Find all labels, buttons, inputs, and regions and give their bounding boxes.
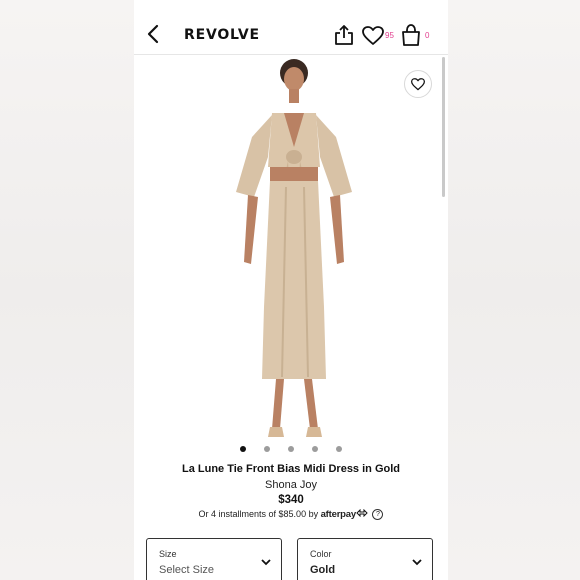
add-to-wishlist-button[interactable] [404, 70, 432, 98]
gallery-dot[interactable] [312, 446, 318, 452]
brand-logo[interactable]: REVOLVE [184, 27, 260, 43]
afterpay-arrows-icon [356, 508, 368, 518]
color-label: Color [310, 549, 332, 559]
back-arrow-icon[interactable] [146, 24, 162, 44]
product-price: $340 [278, 494, 304, 506]
chevron-down-icon [261, 559, 271, 566]
share-icon[interactable] [334, 24, 354, 46]
wishlist-count-badge: 95 [385, 31, 394, 40]
gallery-dot[interactable] [336, 446, 342, 452]
installments-info: Or 4 installments of $85.00 by afterpay … [134, 508, 448, 521]
color-value: Gold [310, 564, 336, 576]
question-icon[interactable]: ? [372, 509, 384, 521]
top-nav-bar: REVOLVE 95 0 [134, 0, 448, 55]
bag-icon[interactable] [401, 24, 421, 46]
color-select[interactable]: Color Gold [297, 538, 433, 580]
afterpay-logo: afterpay [320, 509, 357, 520]
bag-count-badge: 0 [425, 31, 430, 40]
heart-icon[interactable] [362, 26, 384, 46]
size-select[interactable]: Size Select Size [146, 538, 282, 580]
app-screen: REVOLVE 95 0 La Lune Tie Front Bias Midi… [134, 0, 448, 580]
size-label: Size [159, 549, 177, 559]
heart-icon [411, 77, 425, 90]
gallery-pagination [134, 446, 448, 452]
gallery-dot[interactable] [288, 446, 294, 452]
background-right [448, 0, 580, 580]
product-photo [236, 59, 352, 437]
gallery-dot[interactable] [240, 446, 246, 452]
product-brand-link[interactable]: Shona Joy [134, 479, 448, 491]
product-name: La Lune Tie Front Bias Midi Dress in Gol… [182, 463, 400, 475]
scrollbar[interactable] [442, 57, 445, 197]
background-left [0, 0, 134, 580]
product-image-gallery[interactable] [134, 55, 448, 443]
size-value: Select Size [159, 564, 215, 576]
installments-text: Or 4 installments of $85.00 by [198, 509, 319, 519]
chevron-down-icon [412, 559, 422, 566]
gallery-dot[interactable] [264, 446, 270, 452]
